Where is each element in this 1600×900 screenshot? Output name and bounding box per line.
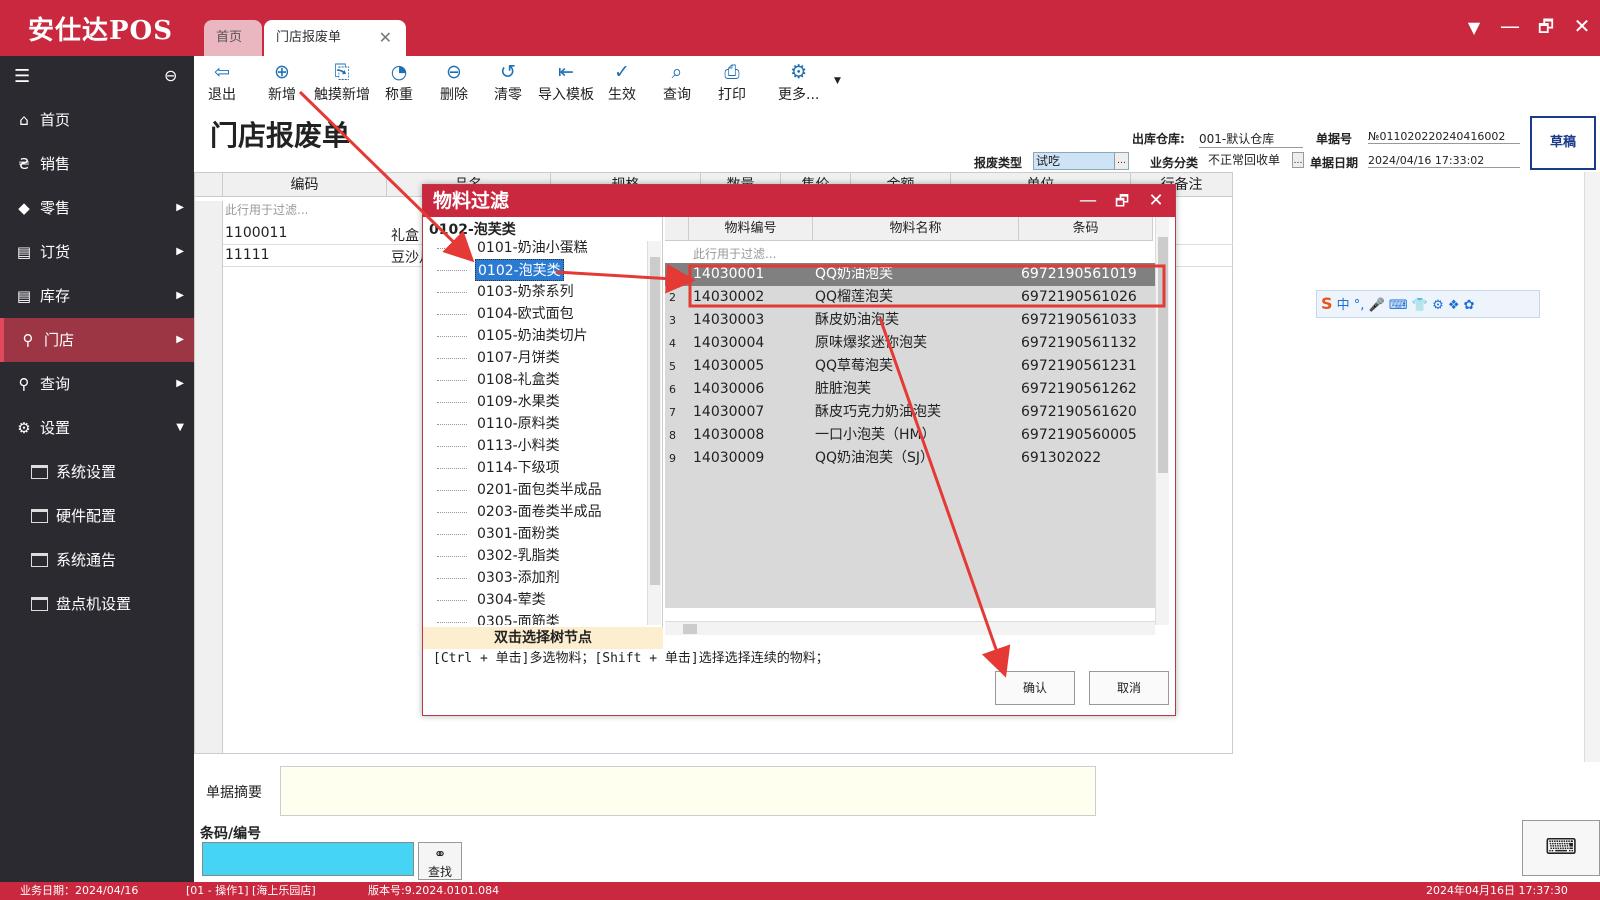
annotation-arrow [555, 263, 696, 294]
annotation-arrow [298, 90, 475, 263]
annotation-box [688, 264, 1166, 308]
annotation-arrow [878, 317, 1011, 678]
annotation-overlay [298, 90, 1166, 678]
